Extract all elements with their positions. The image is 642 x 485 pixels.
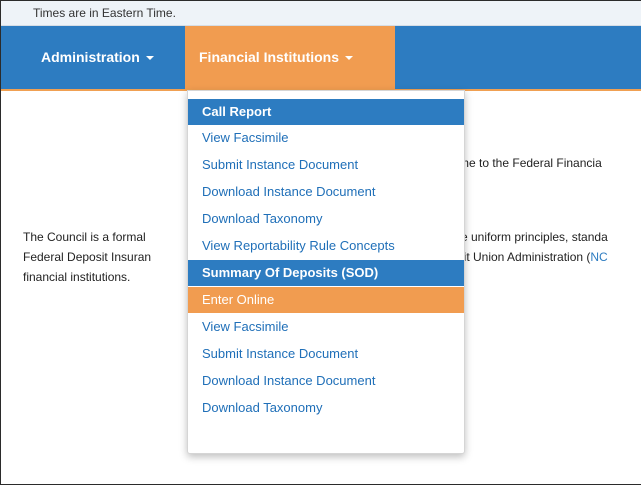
main-navbar: Administration Financial Institutions (1, 26, 641, 91)
menu-item-call-report-view-facsimile[interactable]: View Facsimile (188, 125, 464, 151)
menu-item-call-report-submit-instance[interactable]: Submit Instance Document (188, 152, 464, 178)
menu-item-call-report-reportability-rules[interactable]: View Reportability Rule Concepts (188, 233, 464, 259)
nav-financial-institutions[interactable]: Financial Institutions (185, 26, 395, 89)
nav-administration-label: Administration (41, 49, 140, 65)
timezone-bar: Times are in Eastern Time. (1, 1, 641, 26)
menu-item-sod-view-facsimile[interactable]: View Facsimile (188, 314, 464, 340)
caret-down-icon (345, 56, 354, 61)
menu-header-call-report[interactable]: Call Report (188, 99, 464, 125)
menu-item-call-report-download-instance[interactable]: Download Instance Document (188, 179, 464, 205)
paragraph-text: lit Union Administration ( (461, 250, 591, 264)
welcome-text: me to the Federal Financia (459, 156, 602, 170)
agency-link[interactable]: NC (590, 250, 607, 264)
browser-viewport: Times are in Eastern Time. Administratio… (0, 0, 641, 485)
menu-item-sod-enter-online[interactable]: Enter Online (188, 287, 464, 313)
nav-administration[interactable]: Administration (27, 26, 168, 89)
menu-item-call-report-download-taxonomy[interactable]: Download Taxonomy (188, 206, 464, 232)
paragraph-line: financial institutions. (23, 270, 131, 284)
financial-institutions-menu: Call Report View Facsimile Submit Instan… (187, 90, 465, 454)
caret-down-icon (145, 56, 154, 61)
timezone-notice: Times are in Eastern Time. (33, 6, 176, 20)
menu-header-summary-of-deposits[interactable]: Summary Of Deposits (SOD) (188, 260, 464, 286)
paragraph-line: lit Union Administration (NC (461, 250, 608, 264)
menu-item-sod-submit-instance[interactable]: Submit Instance Document (188, 341, 464, 367)
paragraph-line: Federal Deposit Insuran (23, 250, 152, 264)
paragraph-line: The Council is a formal (23, 230, 146, 244)
paragraph-line: e uniform principles, standa (461, 230, 608, 244)
nav-financial-institutions-label: Financial Institutions (199, 49, 340, 65)
menu-item-sod-download-instance[interactable]: Download Instance Document (188, 368, 464, 394)
menu-item-sod-download-taxonomy[interactable]: Download Taxonomy (188, 395, 464, 421)
